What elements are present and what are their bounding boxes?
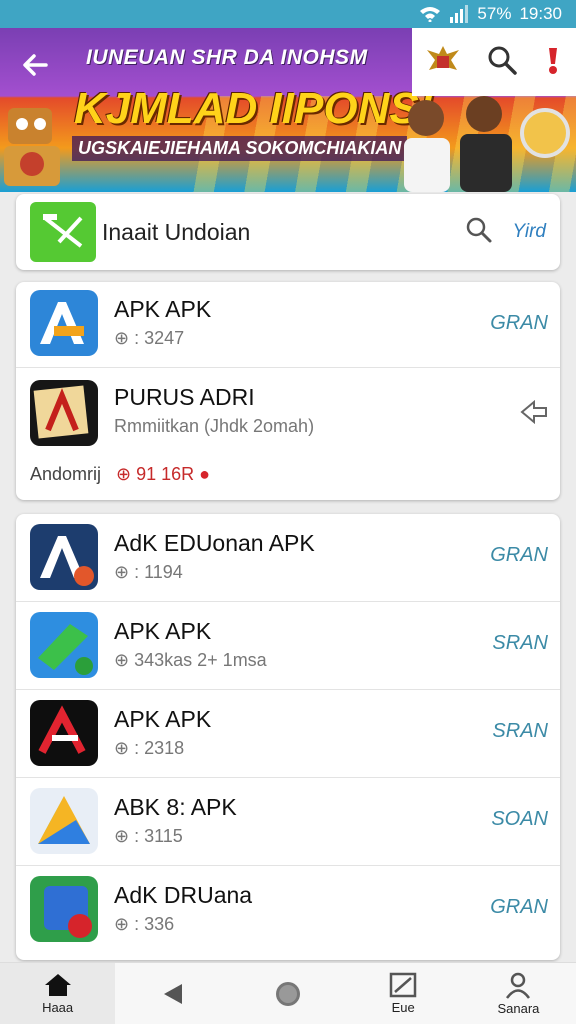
app-icon [30,700,98,766]
share-icon[interactable] [520,399,548,429]
wifi-icon [419,6,441,22]
nav-back[interactable] [115,963,230,1024]
list-item[interactable]: AdK DRUana ⊕ : 336 GRAN [16,866,560,956]
nav-home[interactable]: Haaa [0,963,116,1024]
image-icon [389,972,417,998]
app-meta: Rmmiitkan (Jhdk 2omah) [114,416,315,436]
back-button[interactable] [18,48,58,88]
app-title: APK APK [114,618,212,644]
app-title: ABK 8: APK [114,794,237,820]
person-icon [506,972,531,999]
clock: 19:30 [519,4,562,23]
nav-profile-label: Sanara [497,1001,540,1016]
app-action-button[interactable]: SOAN [491,808,548,831]
app-logo-tile [30,202,96,262]
notification-icon[interactable] [541,44,565,81]
list-item[interactable]: AdK EDUonan APK ⊕ : 1194 GRAN [16,514,560,602]
list-item[interactable]: PURUS ADRI Rmmiitkan (Jhdk 2omah) Andomr… [16,368,560,500]
app-title: AdK EDUonan APK [114,530,315,556]
banner-subtitle: UGSKAIEJIEHAMA SOKOMCHIAKIAN [72,136,408,161]
banner-headline: KJMLAD IIPONS! [74,84,434,133]
back-triangle-icon [163,983,182,1004]
search-label: Inaait Undoian [102,218,251,245]
nav-home-label: Haaa [42,1000,74,1015]
download-count-icon: ⊕ [114,914,130,934]
download-count-icon: ⊕ [116,464,132,484]
download-count-icon: ⊕ [114,650,130,670]
home-circle-icon [276,981,300,1006]
list-item[interactable]: ABK 8: APK ⊕ : 3115 SOAN [16,778,560,866]
signal-icon [449,5,469,23]
app-meta: ⊕ : 336 [114,914,175,934]
list-item[interactable]: APK APK ⊕ : 3247 GRAN [16,282,560,368]
rating-value: ⊕ 91 16R ● [116,464,211,484]
publisher-label: Andomrij [30,464,102,484]
app-title: AdK DRUana [114,882,253,908]
promo-banner: IUNEUAN SHR DA INOHSM KJMLAD IIPONS! UGS… [0,28,576,192]
back-arrow-icon [23,54,48,76]
app-list-card-1: APK APK ⊕ : 3247 GRAN PURUS ADRI Rmmiitk… [16,282,560,500]
nav-gallery-label: Eue [391,1000,415,1015]
nav-gallery[interactable]: Eue [346,963,461,1024]
app-icon [30,524,98,590]
download-count-icon: ⊕ [114,826,130,846]
app-meta: ⊕ : 1194 [114,562,183,582]
search-card[interactable]: Inaait Undoian Yird [16,194,560,270]
search-icon[interactable] [486,44,518,81]
robot-mascot [4,108,60,186]
app-title: PURUS ADRI [114,384,255,410]
app-meta: ⊕ : 2318 [114,738,185,758]
badge-icon: ● [199,464,211,484]
app-action-button[interactable]: GRAN [490,312,548,335]
app-title: APK APK [114,706,212,732]
app-icon [30,290,98,356]
app-meta: ⊕ : 3115 [114,826,183,846]
garuda-emblem-icon [423,40,463,85]
download-count-icon: ⊕ [114,328,130,348]
app-icon [30,380,98,446]
app-meta: ⊕ 343kas 2+ 1msa [114,650,267,670]
battery-level: 57% [477,4,512,23]
download-count-icon: ⊕ [114,738,130,758]
app-action-button[interactable]: SRAN [492,632,548,655]
app-action-button[interactable]: GRAN [490,544,548,567]
status-bar: 57% 19:30 [0,0,576,28]
list-item[interactable]: APK APK ⊕ 343kas 2+ 1msa SRAN [16,602,560,690]
header-actions [412,28,576,96]
app-icon [30,612,98,678]
app-action-button[interactable]: SRAN [492,720,548,743]
nav-profile[interactable]: Sanara [461,963,576,1024]
medal-emblem [520,108,570,158]
list-item[interactable]: APK APK ⊕ : 2318 SRAN [16,690,560,778]
nav-home-button[interactable] [230,963,345,1024]
banner-title: IUNEUAN SHR DA INOHSM [86,46,368,69]
app-list-card-2: AdK EDUonan APK ⊕ : 1194 GRAN APK APK ⊕ … [16,514,560,960]
home-icon [44,974,71,996]
download-count-icon: ⊕ [114,562,130,582]
app-icon [30,788,98,854]
bottom-nav: Haaa Eue Sanara [0,962,576,1024]
tool-icon [43,214,83,248]
app-action-button[interactable]: GRAN [490,896,548,919]
app-title: APK APK [114,296,212,322]
search-icon[interactable] [465,216,493,249]
app-icon [30,876,98,942]
search-go-button[interactable]: Yird [513,221,546,243]
app-meta: ⊕ : 3247 [114,328,185,348]
